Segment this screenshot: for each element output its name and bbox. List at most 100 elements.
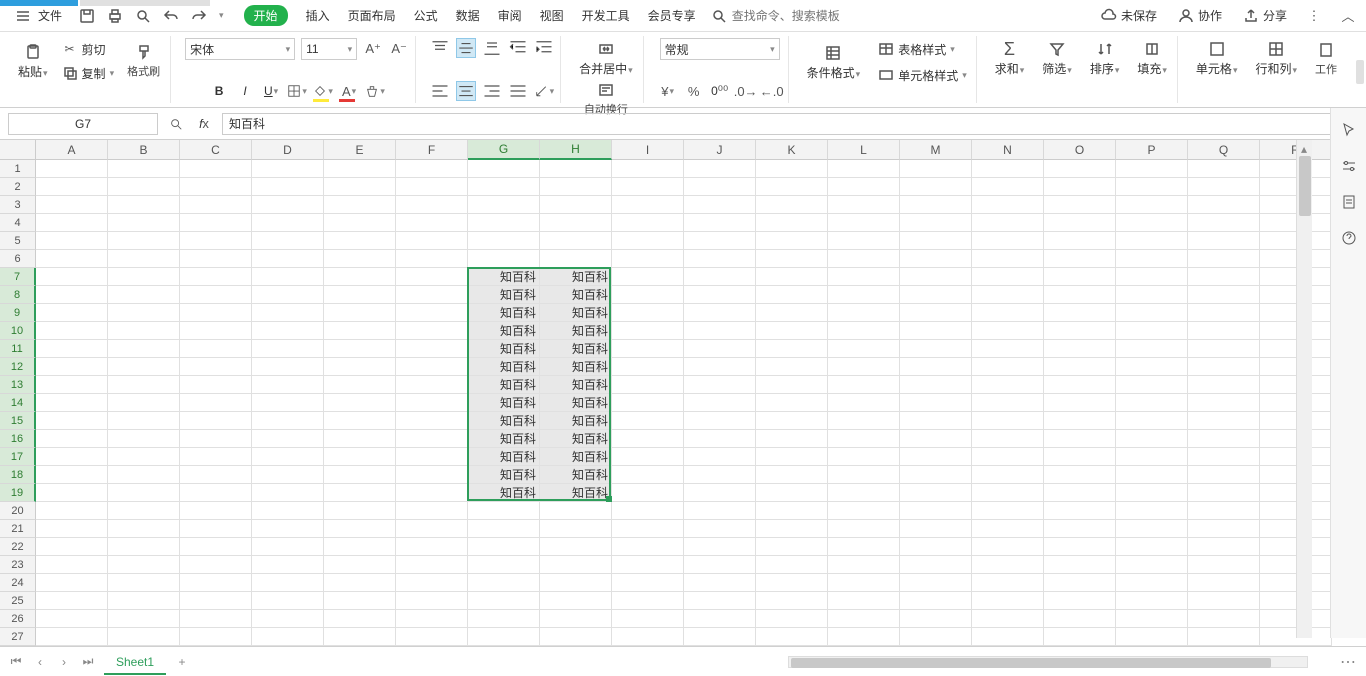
cell[interactable]	[684, 574, 756, 592]
cell[interactable]	[396, 358, 468, 376]
cell[interactable]	[36, 250, 108, 268]
cell[interactable]	[396, 214, 468, 232]
cell[interactable]	[1116, 304, 1188, 322]
rowcol-button[interactable]: 行和列▾	[1251, 38, 1301, 79]
cell[interactable]	[396, 160, 468, 178]
cell[interactable]	[180, 394, 252, 412]
cell[interactable]	[324, 340, 396, 358]
cell[interactable]	[36, 538, 108, 556]
cell[interactable]	[756, 556, 828, 574]
cell[interactable]	[612, 556, 684, 574]
collapse-ribbon-icon[interactable]: ︿	[1338, 6, 1358, 26]
cell[interactable]	[36, 412, 108, 430]
cell[interactable]	[828, 340, 900, 358]
cell[interactable]	[36, 232, 108, 250]
row-header[interactable]: 24	[0, 574, 36, 592]
cell[interactable]	[1188, 502, 1260, 520]
cell[interactable]	[324, 358, 396, 376]
cell[interactable]	[108, 376, 180, 394]
cell[interactable]	[900, 484, 972, 502]
align-left-icon[interactable]	[430, 81, 450, 101]
number-format-combo[interactable]: 常规▾	[660, 38, 780, 60]
cell[interactable]	[1044, 250, 1116, 268]
paste-button[interactable]: 粘贴▾	[14, 41, 52, 82]
increase-font-icon[interactable]: A⁺	[363, 39, 383, 59]
cell[interactable]	[972, 556, 1044, 574]
cell[interactable]	[36, 520, 108, 538]
cell[interactable]	[252, 286, 324, 304]
cell[interactable]	[36, 160, 108, 178]
cell[interactable]: 知百科	[540, 448, 612, 466]
align-middle-icon[interactable]	[456, 38, 476, 58]
row-header[interactable]: 17	[0, 448, 36, 466]
cell[interactable]	[1116, 178, 1188, 196]
cell[interactable]	[36, 430, 108, 448]
cell[interactable]: 知百科	[540, 322, 612, 340]
cell[interactable]	[1188, 466, 1260, 484]
cell[interactable]	[468, 196, 540, 214]
filter-button[interactable]: 筛选▾	[1038, 38, 1076, 79]
cell[interactable]	[828, 304, 900, 322]
cell[interactable]	[900, 466, 972, 484]
cell[interactable]	[756, 448, 828, 466]
cell[interactable]	[324, 412, 396, 430]
vertical-scrollbar[interactable]: ▴	[1296, 140, 1312, 638]
cell[interactable]	[1044, 466, 1116, 484]
cell[interactable]	[900, 196, 972, 214]
cell[interactable]	[252, 484, 324, 502]
cell[interactable]	[684, 592, 756, 610]
print-icon[interactable]	[106, 7, 124, 25]
cell[interactable]	[36, 574, 108, 592]
settings-icon[interactable]	[1339, 156, 1359, 176]
percent-icon[interactable]: %	[684, 81, 704, 101]
unsaved-status[interactable]: 未保存	[1097, 5, 1160, 27]
cell[interactable]	[324, 502, 396, 520]
cell[interactable]	[900, 214, 972, 232]
cell[interactable]	[36, 466, 108, 484]
col-header-H[interactable]: H	[540, 140, 612, 160]
cell[interactable]	[756, 214, 828, 232]
cell[interactable]	[828, 394, 900, 412]
cell[interactable]	[396, 412, 468, 430]
cell[interactable]	[324, 556, 396, 574]
cell[interactable]	[252, 250, 324, 268]
cell[interactable]	[684, 502, 756, 520]
cell[interactable]	[36, 340, 108, 358]
col-header-M[interactable]: M	[900, 140, 972, 160]
cell[interactable]	[36, 502, 108, 520]
row-header[interactable]: 26	[0, 610, 36, 628]
cell[interactable]	[324, 304, 396, 322]
col-header-K[interactable]: K	[756, 140, 828, 160]
cell[interactable]	[1116, 250, 1188, 268]
cell[interactable]	[1188, 250, 1260, 268]
cell[interactable]	[36, 214, 108, 232]
cell[interactable]	[756, 430, 828, 448]
cell[interactable]	[108, 592, 180, 610]
cell[interactable]	[324, 178, 396, 196]
cell[interactable]	[252, 340, 324, 358]
cell[interactable]	[36, 484, 108, 502]
cell[interactable]	[540, 160, 612, 178]
cell[interactable]	[396, 430, 468, 448]
col-header-O[interactable]: O	[1044, 140, 1116, 160]
row-header[interactable]: 16	[0, 430, 36, 448]
cell[interactable]	[396, 322, 468, 340]
cell[interactable]	[1116, 610, 1188, 628]
horizontal-scrollbar[interactable]	[788, 656, 1308, 668]
cell[interactable]	[252, 592, 324, 610]
cell[interactable]	[1116, 214, 1188, 232]
cell[interactable]	[108, 484, 180, 502]
cell[interactable]	[1116, 358, 1188, 376]
cell[interactable]	[108, 556, 180, 574]
cell[interactable]	[1044, 592, 1116, 610]
fx-icon[interactable]: fx	[194, 114, 214, 134]
cell[interactable]	[180, 322, 252, 340]
cell[interactable]: 知百科	[468, 358, 540, 376]
cell[interactable]	[612, 448, 684, 466]
cell[interactable]	[756, 358, 828, 376]
cell[interactable]	[1116, 628, 1188, 646]
cell[interactable]	[756, 250, 828, 268]
indent-decrease-icon[interactable]	[508, 38, 528, 58]
cell[interactable]	[684, 322, 756, 340]
cell[interactable]	[684, 196, 756, 214]
